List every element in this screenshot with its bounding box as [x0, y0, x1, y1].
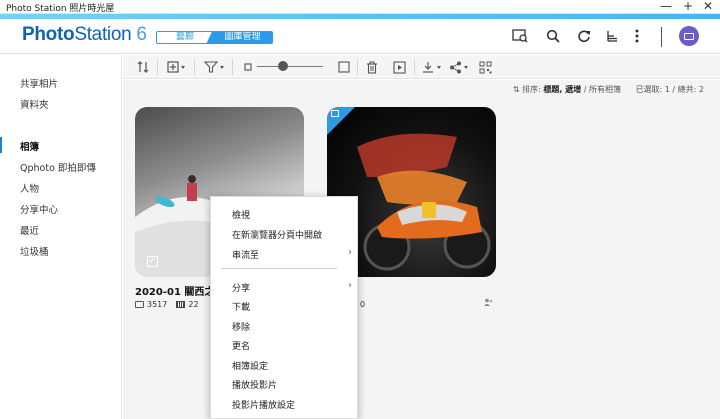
large-thumb-icon[interactable]: [338, 59, 350, 75]
menu-item-slideshow-settings[interactable]: 投影片播放設定: [232, 398, 295, 411]
sidebar-item-shared-photos[interactable]: 共享相片: [20, 76, 58, 90]
sidebar-item-albums[interactable]: 相簿: [20, 139, 39, 153]
menu-item-rename[interactable]: 更名: [232, 339, 250, 352]
slider-knob[interactable]: [278, 61, 288, 71]
sort-value[interactable]: 標題, 遞增: [543, 85, 581, 94]
share-icon[interactable]: [449, 59, 471, 75]
header-divider: [661, 27, 662, 47]
sidebar-active-indicator: [0, 137, 2, 153]
checkbox-selected-icon[interactable]: ✓: [147, 256, 158, 267]
video-count: 0: [360, 300, 366, 309]
sidebar-item-qphoto[interactable]: Qphoto 即拍即傳: [20, 160, 96, 174]
sidebar-item-share-center[interactable]: 分享中心: [20, 202, 58, 216]
album-meta: 0: [360, 300, 365, 309]
sidebar-item-recent[interactable]: 最近: [20, 223, 39, 237]
more-vertical-icon[interactable]: [628, 27, 646, 45]
delete-icon[interactable]: [366, 59, 378, 75]
menu-item-stream-to[interactable]: 串流至: [232, 248, 259, 261]
slideshow-icon[interactable]: [393, 59, 406, 75]
selection-count: 已選取: 1 / 總共: 2: [635, 85, 704, 94]
filter-icon[interactable]: [204, 59, 226, 75]
refresh-icon[interactable]: [575, 27, 593, 45]
window-title: Photo Station 照片時光屋: [6, 4, 115, 14]
maximize-button[interactable]: +: [682, 0, 694, 13]
toolbar: [123, 55, 720, 79]
app-header: PhotoStation 6 藝廊 圖庫管理: [0, 19, 720, 54]
search-photo-icon[interactable]: [511, 27, 529, 45]
qr-icon[interactable]: [479, 59, 492, 75]
menu-item-album-settings[interactable]: 相簿設定: [232, 359, 268, 372]
menu-item-download[interactable]: 下載: [232, 300, 250, 313]
chevron-right-icon: ›: [348, 280, 352, 291]
menu-item-open-new-tab[interactable]: 在新瀏覽器分頁中開啟: [232, 228, 322, 241]
sort-status-bar: ⇅ 排序: 標題, 遞增 / 所有相簿 已選取: 1 / 總共: 2: [512, 85, 704, 94]
context-menu: 檢視 在新瀏覽器分頁中開啟 串流至 › 分享 › 下載 移除 更名 相簿設定 播…: [210, 196, 358, 419]
sidebar-item-folders[interactable]: 資料夾: [20, 97, 49, 111]
thumbnail-size-slider[interactable]: [257, 66, 323, 67]
shared-album-icon: [331, 110, 339, 117]
menu-item-play-slideshow[interactable]: 播放投影片: [232, 378, 277, 391]
user-avatar-icon[interactable]: [679, 26, 699, 46]
search-icon[interactable]: [544, 27, 562, 45]
sort-icon[interactable]: [137, 59, 149, 75]
window-titlebar: Photo Station 照片時光屋 — + ✕: [0, 0, 720, 14]
tab-library-management[interactable]: 圖庫管理: [213, 32, 272, 43]
tab-gallery[interactable]: 藝廊: [157, 32, 213, 43]
stack-icon[interactable]: [603, 27, 621, 45]
chevron-right-icon: ›: [348, 247, 352, 258]
small-thumb-icon[interactable]: [244, 59, 252, 75]
sidebar-item-trash[interactable]: 垃圾桶: [20, 244, 49, 258]
view-switch: 藝廊 圖庫管理: [156, 31, 273, 44]
sidebar: 共享相片 資料夾 相簿 Qphoto 即拍即傳 人物 分享中心 最近 垃圾桶: [0, 55, 122, 419]
menu-divider: [221, 268, 337, 269]
shared-user-icon[interactable]: [484, 298, 493, 308]
download-icon[interactable]: [422, 59, 444, 75]
app-logo: PhotoStation 6: [22, 24, 147, 45]
photo-count-icon: [135, 301, 144, 308]
sort-icon-small[interactable]: ⇅: [513, 85, 522, 94]
album-meta: 3517 22: [135, 300, 199, 309]
add-icon[interactable]: [167, 59, 187, 75]
sidebar-item-people[interactable]: 人物: [20, 181, 39, 195]
close-button[interactable]: ✕: [702, 0, 714, 13]
menu-item-remove[interactable]: 移除: [232, 320, 250, 333]
video-count-icon: [176, 301, 186, 308]
photo-count: 3517: [147, 300, 168, 309]
video-count: 22: [188, 300, 199, 309]
menu-item-share[interactable]: 分享: [232, 281, 250, 294]
menu-item-view[interactable]: 檢視: [232, 208, 250, 221]
minimize-button[interactable]: —: [660, 0, 672, 13]
